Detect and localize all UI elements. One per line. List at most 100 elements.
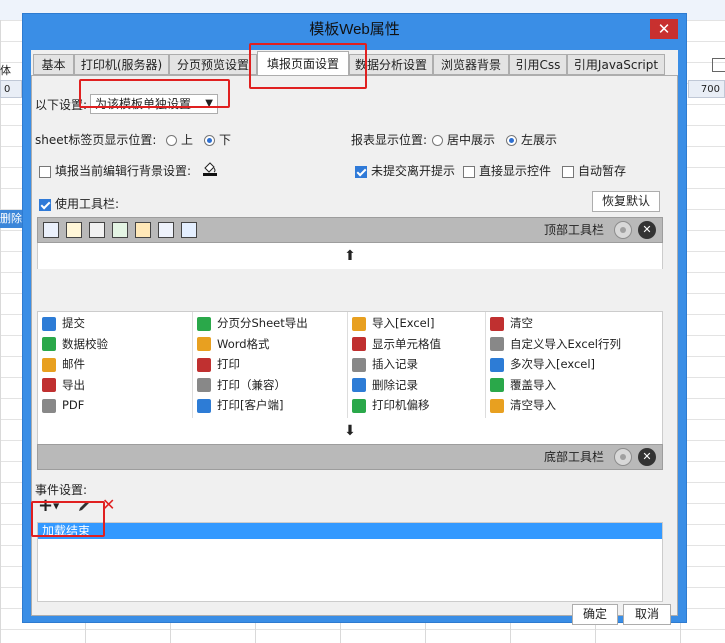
palette-item[interactable]: 显示单元格值 [352,334,482,354]
palette-item-label: 导出 [62,377,85,392]
palette-item-label: 打印（兼容） [217,377,286,392]
palette-item[interactable]: 插入记录 [352,354,482,374]
ok-button[interactable]: 确定 [572,604,618,625]
radio-icon[interactable] [166,135,177,146]
move-up-row[interactable]: ⬆ [37,243,663,269]
palette-item-label: 打印 [217,357,240,371]
show-controls-label: 直接显示控件 [479,164,552,178]
tab-page-preview[interactable]: 分页预览设置 [169,54,257,75]
sheet-position-bottom[interactable]: 下 [204,131,231,148]
move-down-row[interactable]: ⬇ [37,418,663,444]
top-toolbar-label: 顶部工具栏 [543,223,604,237]
blank-icon[interactable] [181,222,197,238]
palette-item-label: 清空导入 [510,398,556,412]
checkbox-icon[interactable] [39,165,51,178]
palette-item-label: 自定义导入Excel行列 [510,336,621,351]
radio-icon[interactable] [432,135,443,146]
palette-item[interactable]: 打印机偏移 [352,395,482,415]
palette-item[interactable]: 数据校验 [42,334,190,354]
close-icon[interactable]: ✕ [638,221,656,239]
palette-item[interactable]: 分页分Sheet导出 [197,313,345,333]
palette-item[interactable]: 覆盖导入 [490,375,660,395]
palette-item-label: Word格式 [217,336,270,351]
tab-browser-background[interactable]: 浏览器背景 [433,54,509,75]
restore-default-button[interactable]: 恢复默认 [592,191,660,212]
radio-icon[interactable] [506,135,517,146]
palette-item[interactable]: 邮件 [42,354,190,374]
palette-item[interactable]: 导入[Excel] [352,313,482,333]
tab-css[interactable]: 引用Css [509,54,567,75]
edit-row-bg-setting[interactable]: 填报当前编辑行背景设置: [39,162,191,179]
report-position-left[interactable]: 左展示 [506,131,557,148]
edit-pencil-icon[interactable] [77,499,91,513]
palette-item[interactable]: Word格式 [197,334,345,354]
add-event-button[interactable]: +▼ [38,495,59,516]
sheet-position-label: sheet标签页显示位置: [35,133,157,147]
tab-fill-page-settings[interactable]: 填报页面设置 [257,51,349,76]
unsubmit-prompt-label: 未提交离开提示 [371,164,456,178]
gear-icon[interactable] [614,448,632,466]
palette-item[interactable]: 导出 [42,375,190,395]
show-controls-option[interactable]: 直接显示控件 [463,162,551,179]
sheet-position-top[interactable]: 上 [166,131,193,148]
background-text: 体 [0,64,11,77]
radio-icon[interactable] [204,135,215,146]
palette-item[interactable]: 自定义导入Excel行列 [490,334,660,354]
palette-item-label: 数据校验 [62,336,108,351]
save-icon[interactable] [43,222,59,238]
palette-item[interactable]: 打印（兼容） [197,375,345,395]
tab-javascript[interactable]: 引用JavaScript [567,54,665,75]
verify-icon[interactable] [66,222,82,238]
arrow-up-icon[interactable]: ⬆ [344,248,356,264]
background-ruler-right: 700 [688,80,725,98]
checkbox-icon[interactable] [39,198,51,211]
close-icon[interactable]: ✕ [638,448,656,466]
checkbox-icon[interactable] [463,165,475,178]
event-item-load-end[interactable]: 加载结束 [38,523,662,539]
tab-basic[interactable]: 基本 [33,54,74,75]
checkbox-icon[interactable] [562,165,574,178]
chevron-down-icon[interactable]: ▼ [53,502,59,511]
palette-item[interactable]: 清空 [490,313,660,333]
clear-import-icon [490,398,504,413]
export-icon[interactable] [112,222,128,238]
scope-select[interactable]: 为该模板单独设置 ▼ [90,94,218,114]
print-compat-icon [197,378,211,392]
palette-item[interactable]: 清空导入 [490,395,660,415]
mail-icon[interactable] [135,222,151,238]
clear-icon [490,316,504,331]
palette-item[interactable]: 多次导入[excel] [490,354,660,374]
auto-save-option[interactable]: 自动暂存 [562,162,626,179]
sheet-export-icon [197,316,211,331]
report-position-center[interactable]: 居中展示 [432,131,495,148]
palette-item[interactable]: 打印[客户端] [197,395,345,415]
web-properties-dialog: 模板Web属性 ✕ 基本 打印机(服务器) 分页预览设置 填报页面设置 数据分析… [22,13,687,625]
palette-item[interactable]: 提交 [42,313,190,333]
auto-save-label: 自动暂存 [578,164,627,178]
use-toolbar-option[interactable]: 使用工具栏: [39,195,119,212]
print-icon[interactable] [89,222,105,238]
plus-icon[interactable]: + [38,495,53,516]
cancel-button[interactable]: 取消 [623,604,671,625]
top-toolbar-strip: 顶部工具栏 ✕ [37,217,663,243]
checkbox-icon[interactable] [355,165,367,178]
gear-icon[interactable] [614,221,632,239]
paint-bucket-icon[interactable] [202,160,218,176]
scope-select-value: 为该模板单独设置 [95,97,192,111]
arrow-down-icon[interactable]: ⬇ [344,423,356,439]
background-selected-cell[interactable]: 删除 [0,210,22,228]
palette-item[interactable]: 删除记录 [352,375,482,395]
insert-row-icon[interactable] [158,222,174,238]
delete-x-icon[interactable]: ✕ [102,497,116,513]
custom-import-icon [490,337,504,351]
dialog-close-button[interactable]: ✕ [650,19,678,39]
palette-item-label: 插入记录 [372,357,418,371]
palette-item[interactable]: 打印 [197,354,345,374]
report-position-left-label: 左展示 [521,133,558,147]
unsubmit-prompt-option[interactable]: 未提交离开提示 [355,162,455,179]
tab-printer-server[interactable]: 打印机(服务器) [74,54,169,75]
export-icon [42,378,56,392]
palette-item[interactable]: PDF [42,395,190,415]
tab-data-analysis[interactable]: 数据分析设置 [349,54,433,75]
palette-item-label: 多次导入[excel] [510,357,596,371]
